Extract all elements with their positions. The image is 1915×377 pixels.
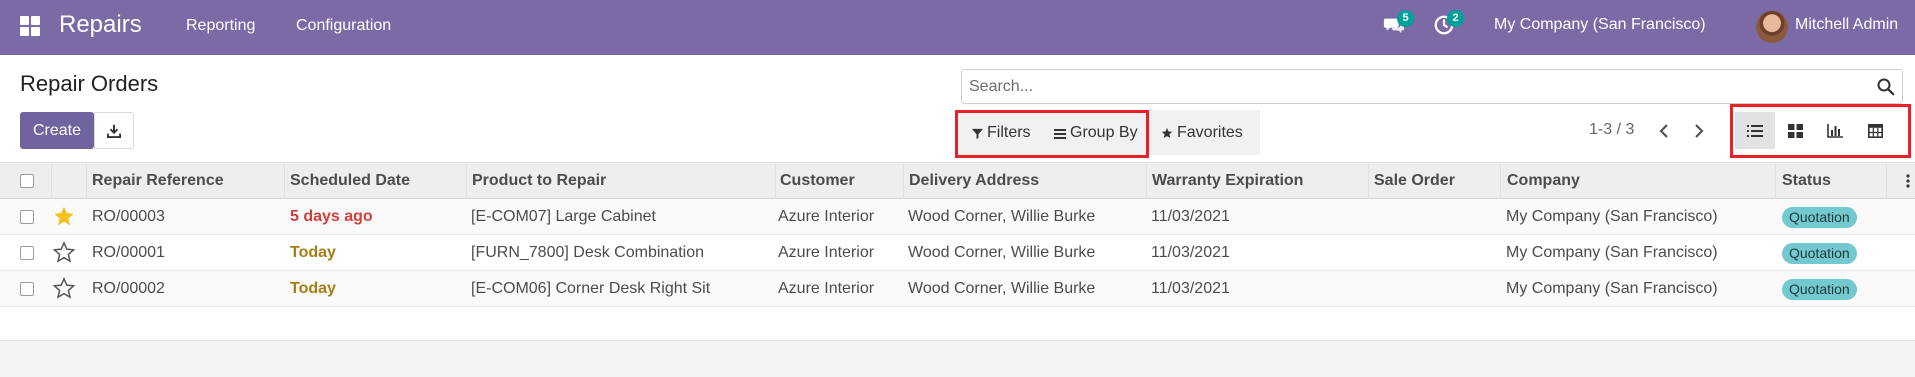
cell-warranty-expiration: 11/03/2021: [1151, 280, 1230, 297]
status-badge: Quotation: [1782, 279, 1857, 300]
activities-count-badge: 2: [1447, 10, 1464, 27]
messages-count-badge: 5: [1397, 10, 1414, 27]
header-warranty-expiration[interactable]: Warranty Expiration: [1152, 172, 1303, 190]
list-footer: [0, 340, 1915, 377]
company-switcher[interactable]: My Company (San Francisco): [1494, 16, 1706, 34]
header-sale-order[interactable]: Sale Order: [1374, 172, 1455, 190]
cell-product: [FURN_7800] Desk Combination: [471, 244, 704, 261]
apps-menu-icon[interactable]: [20, 16, 40, 36]
group-by-button[interactable]: Group By: [1054, 119, 1138, 147]
bars-icon: [1054, 128, 1066, 139]
select-all-checkbox[interactable]: [20, 174, 34, 188]
graph-view-button[interactable]: [1815, 112, 1855, 149]
cell-scheduled-date: Today: [290, 280, 336, 297]
export-button[interactable]: [94, 112, 134, 149]
menu-reporting[interactable]: Reporting: [186, 17, 255, 35]
filters-button[interactable]: Filters: [972, 119, 1031, 147]
page-title: Repair Orders: [20, 71, 159, 96]
favorites-label: Favorites: [1177, 124, 1243, 141]
kanban-view-button[interactable]: [1775, 112, 1815, 149]
table-header: Repair Reference Scheduled Date Product …: [0, 162, 1915, 200]
create-button[interactable]: Create: [20, 112, 94, 149]
cell-delivery-address: Wood Corner, Willie Burke: [908, 280, 1096, 297]
cell-delivery-address: Wood Corner, Willie Burke: [908, 244, 1096, 261]
table-row[interactable]: RO/00003 5 days ago [E-COM07] Large Cabine…: [0, 199, 1915, 235]
cell-customer: Azure Interior: [778, 208, 875, 225]
pivot-view-button[interactable]: [1855, 112, 1895, 149]
search-icon[interactable]: [1876, 77, 1896, 97]
list-view-button[interactable]: [1735, 112, 1775, 149]
header-status[interactable]: Status: [1782, 172, 1831, 190]
search-box: [961, 69, 1903, 104]
header-product-to-repair[interactable]: Product to Repair: [472, 172, 606, 190]
row-checkbox[interactable]: [20, 210, 34, 224]
header-company[interactable]: Company: [1507, 172, 1580, 190]
optional-columns-icon[interactable]: [1906, 174, 1910, 188]
header-scheduled-date[interactable]: Scheduled Date: [290, 172, 410, 190]
top-navbar: Repairs Reporting Configuration 5 2 My C…: [0, 0, 1915, 55]
row-checkbox[interactable]: [20, 246, 34, 260]
user-menu[interactable]: Mitchell Admin: [1795, 16, 1898, 34]
filters-label: Filters: [987, 124, 1031, 141]
chevron-right-icon[interactable]: [1690, 121, 1708, 141]
filter-icon: [972, 128, 983, 139]
favorites-button[interactable]: Favorites: [1161, 119, 1243, 147]
app-name[interactable]: Repairs: [59, 11, 142, 39]
chevron-left-icon[interactable]: [1655, 121, 1673, 141]
cell-customer: Azure Interior: [778, 244, 875, 261]
download-icon: [107, 124, 121, 138]
table-icon: [1867, 123, 1883, 138]
cell-warranty-expiration: 11/03/2021: [1151, 244, 1230, 261]
cell-repair-reference: RO/00001: [92, 244, 165, 261]
star-outline-icon[interactable]: [53, 241, 75, 263]
table-row[interactable]: RO/00002 Today [E-COM06] Corner Desk Right…: [0, 271, 1915, 307]
status-badge: Quotation: [1782, 207, 1857, 228]
cell-product: [E-COM06] Corner Desk Right Sit: [471, 280, 711, 297]
bar-chart-icon: [1827, 123, 1843, 138]
star-filled-icon[interactable]: [53, 205, 75, 227]
activities-icon[interactable]: 2: [1433, 10, 1464, 38]
cell-repair-reference: RO/00003: [92, 208, 165, 225]
cell-company: My Company (San Francisco): [1506, 280, 1718, 297]
cell-customer: Azure Interior: [778, 280, 875, 297]
messages-icon[interactable]: 5: [1383, 10, 1414, 38]
table-row[interactable]: RO/00001 Today [FURN_7800] Desk Combinatio…: [0, 235, 1915, 271]
cell-delivery-address: Wood Corner, Willie Burke: [908, 208, 1096, 225]
group-by-label: Group By: [1070, 124, 1138, 141]
star-icon: [1161, 128, 1173, 138]
menu-configuration[interactable]: Configuration: [296, 17, 391, 35]
cell-warranty-expiration: 11/03/2021: [1151, 208, 1230, 225]
header-customer[interactable]: Customer: [780, 172, 855, 190]
pager-value[interactable]: 1-3 / 3: [1589, 121, 1634, 139]
row-checkbox[interactable]: [20, 282, 34, 296]
status-badge: Quotation: [1782, 243, 1857, 264]
cell-company: My Company (San Francisco): [1506, 208, 1718, 225]
cell-company: My Company (San Francisco): [1506, 244, 1718, 261]
kanban-icon: [1787, 123, 1803, 138]
header-repair-reference[interactable]: Repair Reference: [92, 172, 224, 190]
star-outline-icon[interactable]: [53, 277, 75, 299]
header-delivery-address[interactable]: Delivery Address: [909, 172, 1039, 190]
cell-repair-reference: RO/00002: [92, 280, 165, 297]
view-switcher: [1735, 112, 1907, 149]
list-icon: [1747, 124, 1763, 137]
cell-scheduled-date: Today: [290, 244, 336, 261]
cell-product: [E-COM07] Large Cabinet: [471, 208, 656, 225]
cell-scheduled-date: 5 days ago: [290, 208, 373, 225]
search-input[interactable]: [969, 76, 1849, 98]
user-avatar[interactable]: [1756, 11, 1788, 43]
